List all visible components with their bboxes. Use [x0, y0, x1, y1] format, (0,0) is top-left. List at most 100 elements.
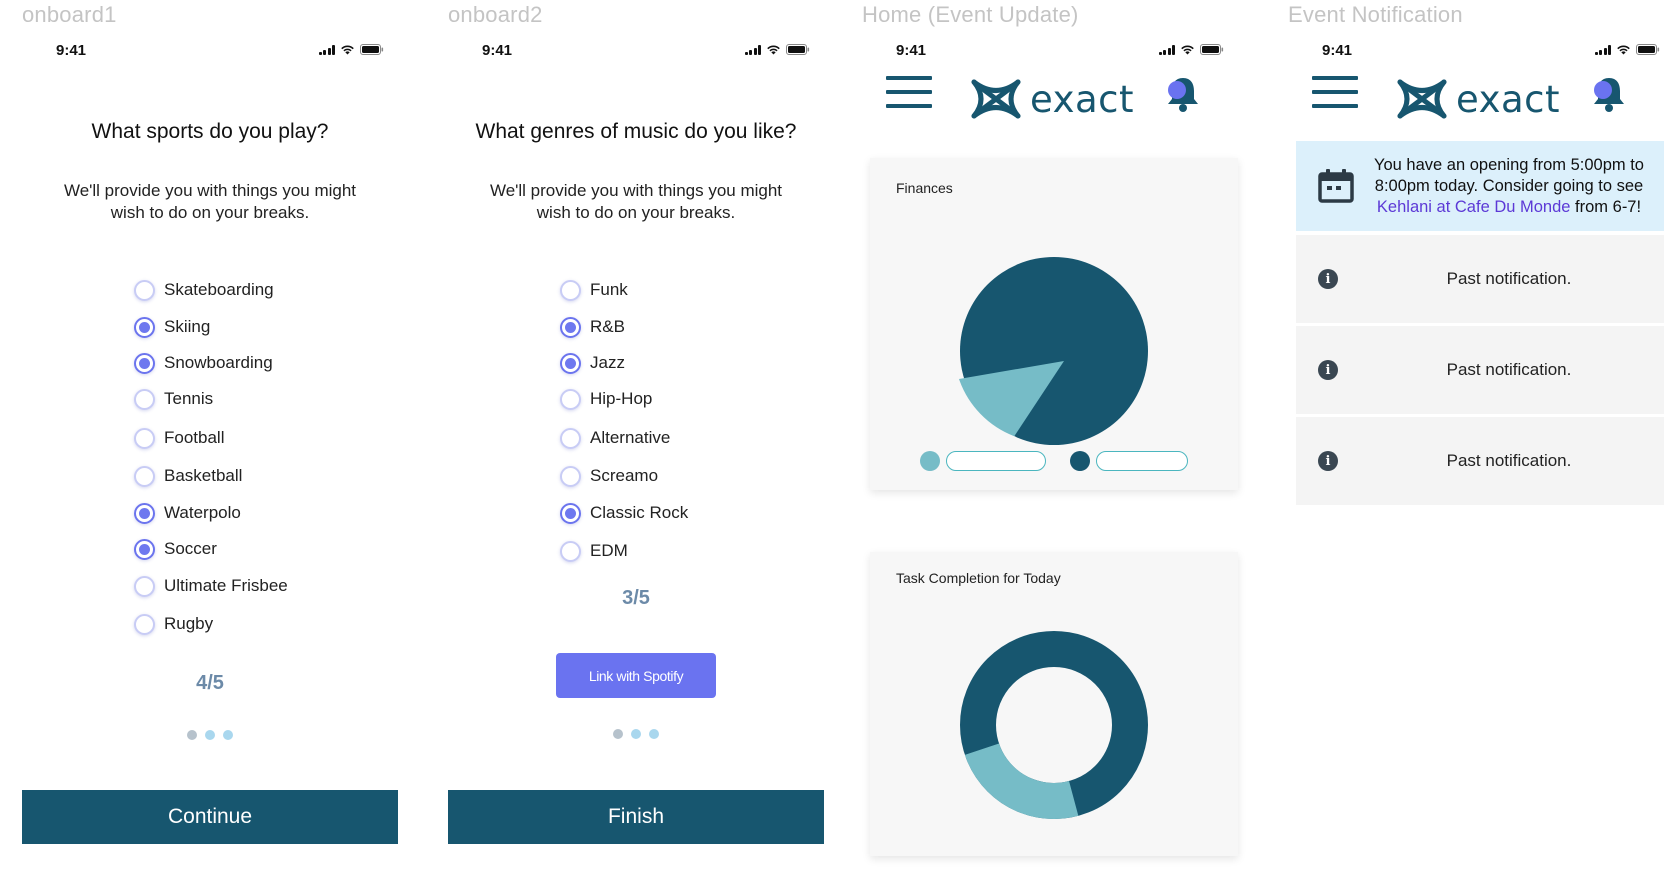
radio-unchecked-icon[interactable]: [560, 427, 581, 449]
legend-dot-dark: [1070, 451, 1090, 471]
legend-dot-light: [920, 451, 940, 471]
status-time: 9:41: [896, 42, 927, 59]
question-title: What genres of music do you like?: [475, 120, 797, 143]
genre-option-label: Screamo: [590, 466, 659, 485]
page-dot[interactable]: [613, 729, 623, 739]
sport-option-label: Soccer: [164, 539, 217, 558]
finances-pie-chart: [959, 257, 1148, 445]
signal-icon: [1594, 44, 1611, 55]
calendar-icon: [1318, 169, 1354, 208]
wifi-icon: [1180, 44, 1195, 55]
radio-unchecked-icon[interactable]: [134, 427, 155, 449]
status-icons: [1158, 44, 1225, 55]
sport-option-label: Ultimate Frisbee: [164, 576, 288, 595]
pagination-dots: [22, 730, 398, 740]
status-time: 9:41: [56, 42, 87, 59]
sport-option-label: Skateboarding: [164, 280, 274, 299]
genre-option[interactable]: Hip-Hop: [560, 386, 652, 412]
sport-option[interactable]: Ultimate Frisbee: [134, 573, 288, 599]
page-dot[interactable]: [631, 729, 641, 739]
question-subtitle: We'll provide you with things you might …: [489, 181, 783, 222]
continue-button[interactable]: Continue: [22, 790, 398, 844]
genre-option-label: Hip-Hop: [590, 389, 653, 408]
genre-option-label: EDM: [590, 541, 628, 560]
radio-checked-icon[interactable]: [560, 316, 581, 338]
bell-icon[interactable]: [1164, 74, 1202, 119]
radio-unchecked-icon[interactable]: [560, 465, 581, 487]
sport-option[interactable]: Skiing: [134, 314, 210, 340]
link-spotify-button[interactable]: Link with Spotify: [556, 653, 716, 698]
radio-checked-icon[interactable]: [134, 352, 155, 374]
genre-option[interactable]: Alternative: [560, 425, 670, 451]
radio-unchecked-icon[interactable]: [134, 465, 155, 487]
radio-unchecked-icon[interactable]: [134, 575, 155, 597]
radio-unchecked-icon[interactable]: [134, 388, 155, 410]
wifi-icon: [1616, 44, 1631, 55]
onboard1-screen: 9:41 What sports do you play? We'll prov…: [22, 36, 398, 856]
event-notification[interactable]: You have an opening from 5:00pm to 8:00p…: [1296, 141, 1664, 231]
status-icons: [744, 44, 811, 55]
status-icons: [1594, 44, 1661, 55]
radio-unchecked-icon[interactable]: [134, 613, 155, 635]
battery-icon: [1200, 44, 1224, 55]
info-icon: i: [1318, 360, 1338, 380]
genre-option[interactable]: Classic Rock: [560, 500, 688, 526]
page-dot[interactable]: [205, 730, 215, 740]
finances-card[interactable]: Finances: [870, 158, 1238, 490]
artboard-label-onboard2: onboard2: [448, 2, 543, 27]
sport-option-label: Basketball: [164, 466, 243, 485]
radio-checked-icon[interactable]: [134, 316, 155, 338]
sport-option[interactable]: Skateboarding: [134, 277, 274, 303]
sport-option[interactable]: Snowboarding: [134, 350, 273, 376]
question-subtitle: We'll provide you with things you might …: [63, 181, 357, 222]
genre-option[interactable]: R&B: [560, 314, 625, 340]
radio-unchecked-icon[interactable]: [560, 540, 581, 562]
genre-option-label: Classic Rock: [590, 503, 689, 522]
progress-indicator: 4/5: [196, 672, 224, 694]
sport-option[interactable]: Basketball: [134, 463, 242, 489]
signal-icon: [1158, 44, 1175, 55]
sport-option[interactable]: Soccer: [134, 536, 217, 562]
past-notification[interactable]: i Past notification.: [1296, 417, 1664, 505]
page-dot[interactable]: [187, 730, 197, 740]
wifi-icon: [766, 44, 781, 55]
genre-option[interactable]: Screamo: [560, 463, 658, 489]
sport-option[interactable]: Tennis: [134, 386, 213, 412]
event-link[interactable]: Kehlani at Cafe Du Monde: [1377, 198, 1571, 216]
radio-checked-icon[interactable]: [560, 502, 581, 524]
genre-option-label: Jazz: [590, 353, 625, 372]
battery-icon: [786, 44, 810, 55]
sport-option[interactable]: Football: [134, 425, 224, 451]
event-notification-text: You have an opening from 5:00pm to 8:00p…: [1364, 155, 1654, 218]
hamburger-menu-icon[interactable]: [1312, 76, 1358, 108]
genre-option[interactable]: Jazz: [560, 350, 625, 376]
finish-button[interactable]: Finish: [448, 790, 824, 844]
event-notification-body: You have an opening from 5:00pm to 8:00p…: [1373, 156, 1644, 195]
sport-option[interactable]: Waterpolo: [134, 500, 241, 526]
radio-unchecked-icon[interactable]: [560, 388, 581, 410]
hamburger-menu-icon[interactable]: [886, 76, 932, 108]
past-notification-text: Past notification.: [1446, 360, 1572, 379]
genre-option[interactable]: Funk: [560, 277, 628, 303]
radio-checked-icon[interactable]: [134, 538, 155, 560]
radio-checked-icon[interactable]: [560, 352, 581, 374]
genre-option[interactable]: EDM: [560, 538, 628, 564]
pagination-dots: [448, 729, 824, 739]
task-completion-card[interactable]: Task Completion for Today: [870, 552, 1238, 856]
past-notification[interactable]: i Past notification.: [1296, 326, 1664, 414]
page-dot[interactable]: [223, 730, 233, 740]
page-dot[interactable]: [649, 729, 659, 739]
logo-text: exact: [1030, 77, 1135, 121]
event-notification-tail: from 6-7!: [1570, 198, 1642, 216]
radio-checked-icon[interactable]: [134, 502, 155, 524]
radio-unchecked-icon[interactable]: [560, 279, 581, 301]
battery-icon: [360, 44, 384, 55]
radio-unchecked-icon[interactable]: [134, 279, 155, 301]
past-notification[interactable]: i Past notification.: [1296, 235, 1664, 323]
signal-icon: [318, 44, 335, 55]
artboard-label-onboard1: onboard1: [22, 2, 117, 27]
logo-text: exact: [1456, 77, 1561, 121]
sport-option[interactable]: Rugby: [134, 611, 213, 637]
bell-icon[interactable]: [1590, 74, 1628, 119]
info-icon: i: [1318, 451, 1338, 471]
